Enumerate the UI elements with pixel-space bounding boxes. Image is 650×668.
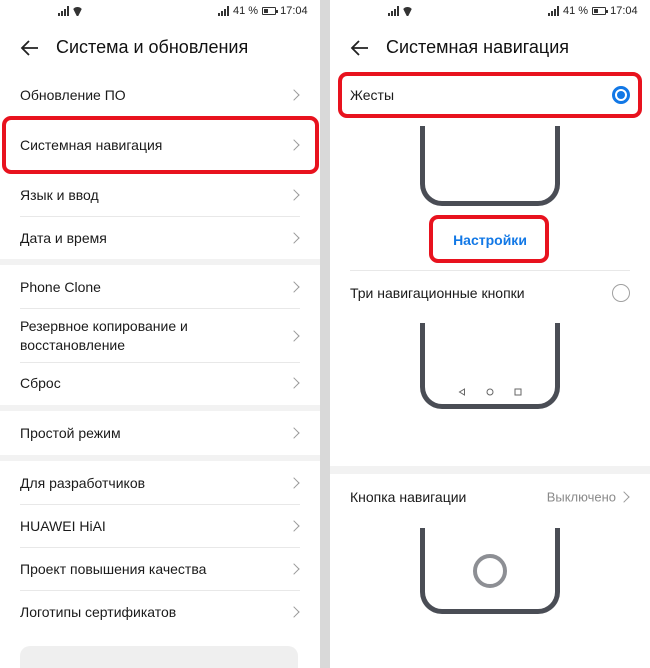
nav-button-phone-illustration [420, 528, 560, 614]
battery-icon [262, 7, 279, 15]
wifi-icon [402, 7, 413, 16]
battery-icon [592, 7, 609, 15]
wifi-icon [72, 7, 83, 16]
page-title: Системная навигация [386, 37, 570, 57]
section-gap [0, 405, 320, 411]
chevron-right-icon [288, 189, 300, 201]
item-label: Логотипы сертификатов [20, 604, 177, 620]
chevron-right-icon [288, 477, 300, 489]
chevron-right-icon [618, 491, 630, 503]
divider [20, 504, 300, 505]
clock: 17:04 [610, 5, 638, 17]
status-bar: 41 % 17:04 [330, 0, 650, 24]
nav-button-label: Кнопка навигации [350, 489, 467, 505]
item-label: Язык и ввод [20, 187, 99, 203]
signal-icon [548, 6, 559, 16]
settings-item-huawei-hiai[interactable]: HUAWEI HiAI [0, 509, 320, 543]
option-label: Три навигационные кнопки [350, 285, 525, 301]
nav-button-value: Выключено [546, 489, 616, 505]
chevron-right-icon [288, 281, 300, 293]
settings-item-phone-clone[interactable]: Phone Clone [0, 270, 320, 304]
settings-item-software-update[interactable]: Обновление ПО [0, 78, 320, 112]
settings-item-language-input[interactable]: Язык и ввод [0, 178, 320, 212]
item-label: HUAWEI HiAI [20, 518, 106, 534]
left-screen: 41 % 17:04 Система и обновления Обновлен… [0, 0, 320, 668]
chevron-right-icon [288, 563, 300, 575]
floating-nav-button-icon [473, 554, 507, 588]
item-label: Дата и время [20, 230, 107, 246]
page-title: Система и обновления [56, 37, 249, 57]
settings-item-backup-restore[interactable]: Резервное копирование и восстановление [0, 313, 320, 359]
item-label: Резервное копирование и восстановление [20, 318, 188, 353]
signal-icon [388, 6, 399, 16]
divider [350, 270, 630, 271]
item-label: Простой режим [20, 425, 121, 441]
chevron-right-icon [288, 377, 300, 389]
chevron-right-icon [288, 89, 300, 101]
highlight-frame [2, 116, 319, 174]
gesture-phone-illustration [420, 126, 560, 206]
item-label: Для разработчиков [20, 475, 146, 491]
page-header: Системная навигация [330, 36, 650, 60]
settings-item-certificate-logos[interactable]: Логотипы сертификатов [0, 595, 320, 629]
settings-item-simple-mode[interactable]: Простой режим [0, 416, 320, 450]
info-card [20, 646, 298, 668]
battery-percent: 41 % [563, 5, 589, 17]
home-circle-icon [486, 388, 494, 396]
page-header: Система и обновления [0, 36, 320, 60]
section-gap [0, 259, 320, 265]
highlight-frame [338, 72, 642, 118]
right-screen: 41 % 17:04 Системная навигация Жесты Нас… [330, 0, 650, 668]
item-label: Проект повышения качества [20, 561, 207, 577]
back-triangle-icon [458, 388, 465, 396]
section-gap [0, 455, 320, 461]
divider [20, 547, 300, 548]
divider [20, 362, 300, 363]
divider [20, 308, 300, 309]
nav-button-row[interactable]: Кнопка навигации Выключено [330, 480, 650, 514]
recent-square-icon [514, 388, 522, 396]
back-arrow-icon[interactable] [350, 38, 370, 58]
radio-unselected-icon[interactable] [612, 284, 630, 302]
status-bar: 41 % 17:04 [0, 0, 320, 24]
settings-item-quality-program[interactable]: Проект повышения качества [0, 552, 320, 586]
highlight-frame [429, 215, 549, 263]
item-label: Сброс [20, 375, 61, 391]
chevron-right-icon [288, 232, 300, 244]
option-three-buttons[interactable]: Три навигационные кнопки [330, 276, 650, 310]
item-label: Обновление ПО [20, 87, 126, 103]
battery-percent: 41 % [233, 5, 259, 17]
chevron-right-icon [288, 427, 300, 439]
settings-item-date-time[interactable]: Дата и время [0, 221, 320, 255]
chevron-right-icon [288, 606, 300, 618]
chevron-right-icon [288, 520, 300, 532]
item-label: Phone Clone [20, 279, 101, 295]
chevron-right-icon [288, 330, 300, 342]
section-gap [330, 466, 650, 474]
divider [20, 216, 300, 217]
signal-icon [58, 6, 69, 16]
settings-item-reset[interactable]: Сброс [0, 366, 320, 400]
signal-icon [218, 6, 229, 16]
clock: 17:04 [280, 5, 308, 17]
back-arrow-icon[interactable] [20, 38, 40, 58]
three-button-phone-illustration [420, 323, 560, 409]
settings-item-developer[interactable]: Для разработчиков [0, 466, 320, 500]
divider [20, 590, 300, 591]
